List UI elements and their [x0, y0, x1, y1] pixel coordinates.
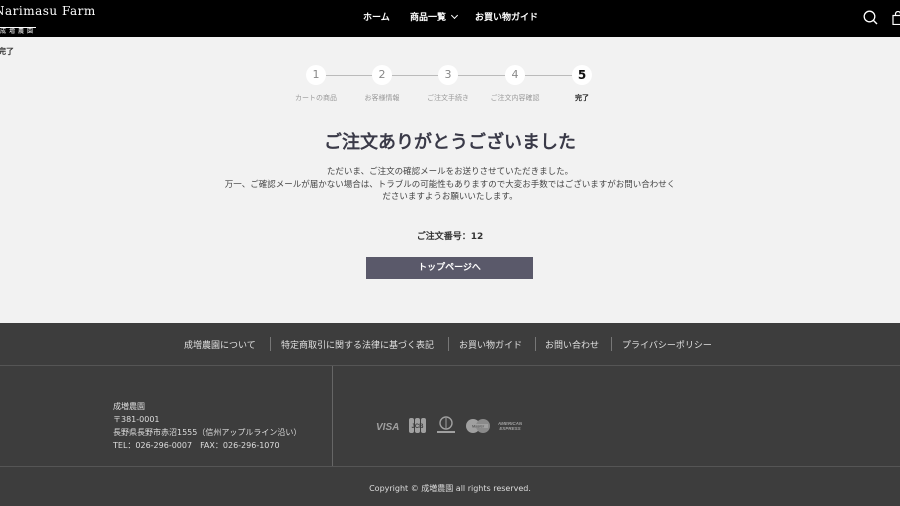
- svg-text:VISA: VISA: [376, 422, 399, 432]
- copyright: Copyright © 成増農園 all rights reserved.: [369, 484, 531, 493]
- step-3-number: 3: [438, 65, 458, 85]
- amex-icon: AMERICAN EXPRESS: [498, 421, 522, 431]
- svg-text:JCB: JCB: [411, 424, 424, 430]
- logo-sub-text: 成増農園: [0, 27, 37, 35]
- page-label: 完了: [0, 47, 14, 56]
- step-5-number: 5: [572, 65, 592, 85]
- footer-link-divider: [270, 337, 271, 351]
- thank-you-title: ご注文ありがとうございました: [324, 132, 576, 153]
- step-5-label: 完了: [575, 94, 589, 102]
- footer-link-contact[interactable]: お問い合わせ: [545, 338, 599, 351]
- confirmation-message: ただいま、ご注文の確認メールをお送りさせていただきました。 万一、ご確認メールが…: [180, 166, 720, 204]
- step-connector: [326, 75, 372, 76]
- message-line: ださいますようお願いいたします。: [382, 192, 518, 202]
- header: Narimasu Farm 成増農園 ホーム 商品一覧 お買い物ガイド: [0, 0, 900, 37]
- order-number: ご注文番号：12: [416, 232, 484, 242]
- step-connector: [458, 75, 505, 76]
- mastercard-icon: Master: [466, 419, 490, 433]
- shopping-bag-icon[interactable]: [892, 11, 900, 25]
- diners-club-icon: [437, 416, 455, 433]
- footer-body: 成増農園 〒381-0001 長野県長野市赤沼1555（信州アップルライン沿い）…: [0, 366, 900, 466]
- message-line: 万一、ご確認メールが届かない場合は、トラブルの可能性もありますので大変お手数では…: [224, 179, 676, 190]
- nav-item-products-label: 商品一覧: [410, 13, 447, 23]
- footer-bottom-divider: [0, 466, 900, 467]
- nav-item-guide[interactable]: お買い物ガイド: [475, 12, 538, 24]
- footer-link-about[interactable]: 成増農園について: [184, 338, 256, 351]
- footer-divider: [332, 366, 333, 466]
- top-page-button[interactable]: トップページへ: [366, 257, 533, 279]
- step-2-label: お客様情報: [364, 94, 400, 102]
- nav-item-products[interactable]: 商品一覧: [410, 11, 459, 24]
- visa-icon: VISA: [376, 422, 399, 432]
- footer-link-divider: [611, 337, 612, 351]
- step-connector: [392, 75, 438, 76]
- svg-text:Master: Master: [472, 424, 485, 429]
- step-2-number: 2: [372, 65, 392, 85]
- footer-links: 成増農園について 特定商取引に関する法律に基づく表記 お買い物ガイド お問い合わ…: [0, 323, 900, 366]
- street-address: 長野県長野市赤沼1555（信州アップルライン沿い）: [113, 428, 302, 437]
- jcb-icon: JCB: [409, 418, 426, 433]
- footer-link-divider: [535, 337, 536, 351]
- step-4-number: 4: [505, 65, 525, 85]
- message-line: ただいま、ご注文の確認メールをお送りさせていただきました。: [326, 167, 574, 177]
- search-icon[interactable]: [863, 10, 878, 25]
- footer-link-divider: [448, 337, 449, 351]
- step-1-label: カートの商品: [295, 94, 337, 102]
- step-1-number: 1: [306, 65, 326, 85]
- company-name: 成増農園: [113, 402, 145, 411]
- footer-link-privacy[interactable]: プライバシーポリシー: [622, 338, 712, 351]
- svg-text:EXPRESS: EXPRESS: [499, 426, 520, 431]
- tel-fax: TEL：026-296-0007 FAX：026-296-1070: [113, 441, 280, 450]
- main-nav: ホーム 商品一覧 お買い物ガイド: [0, 11, 900, 24]
- footer: 成増農園について 特定商取引に関する法律に基づく表記 お買い物ガイド お問い合わ…: [0, 323, 900, 506]
- chevron-down-icon: [450, 11, 459, 20]
- postal-code: 〒381-0001: [113, 415, 160, 424]
- step-3-label: ご注文手続き: [427, 94, 469, 102]
- step-connector: [525, 75, 572, 76]
- footer-address: 成増農園 〒381-0001 長野県長野市赤沼1555（信州アップルライン沿い）…: [113, 400, 301, 452]
- footer-link-guide[interactable]: お買い物ガイド: [459, 338, 522, 351]
- nav-item-home[interactable]: ホーム: [363, 12, 390, 24]
- step-4-label: ご注文内容確認: [490, 94, 540, 102]
- footer-link-legal[interactable]: 特定商取引に関する法律に基づく表記: [281, 338, 434, 351]
- checkout-steps: 1 2 3 4 5 カートの商品 お客様情報 ご注文手続き ご注文内容確認 完了: [0, 65, 900, 105]
